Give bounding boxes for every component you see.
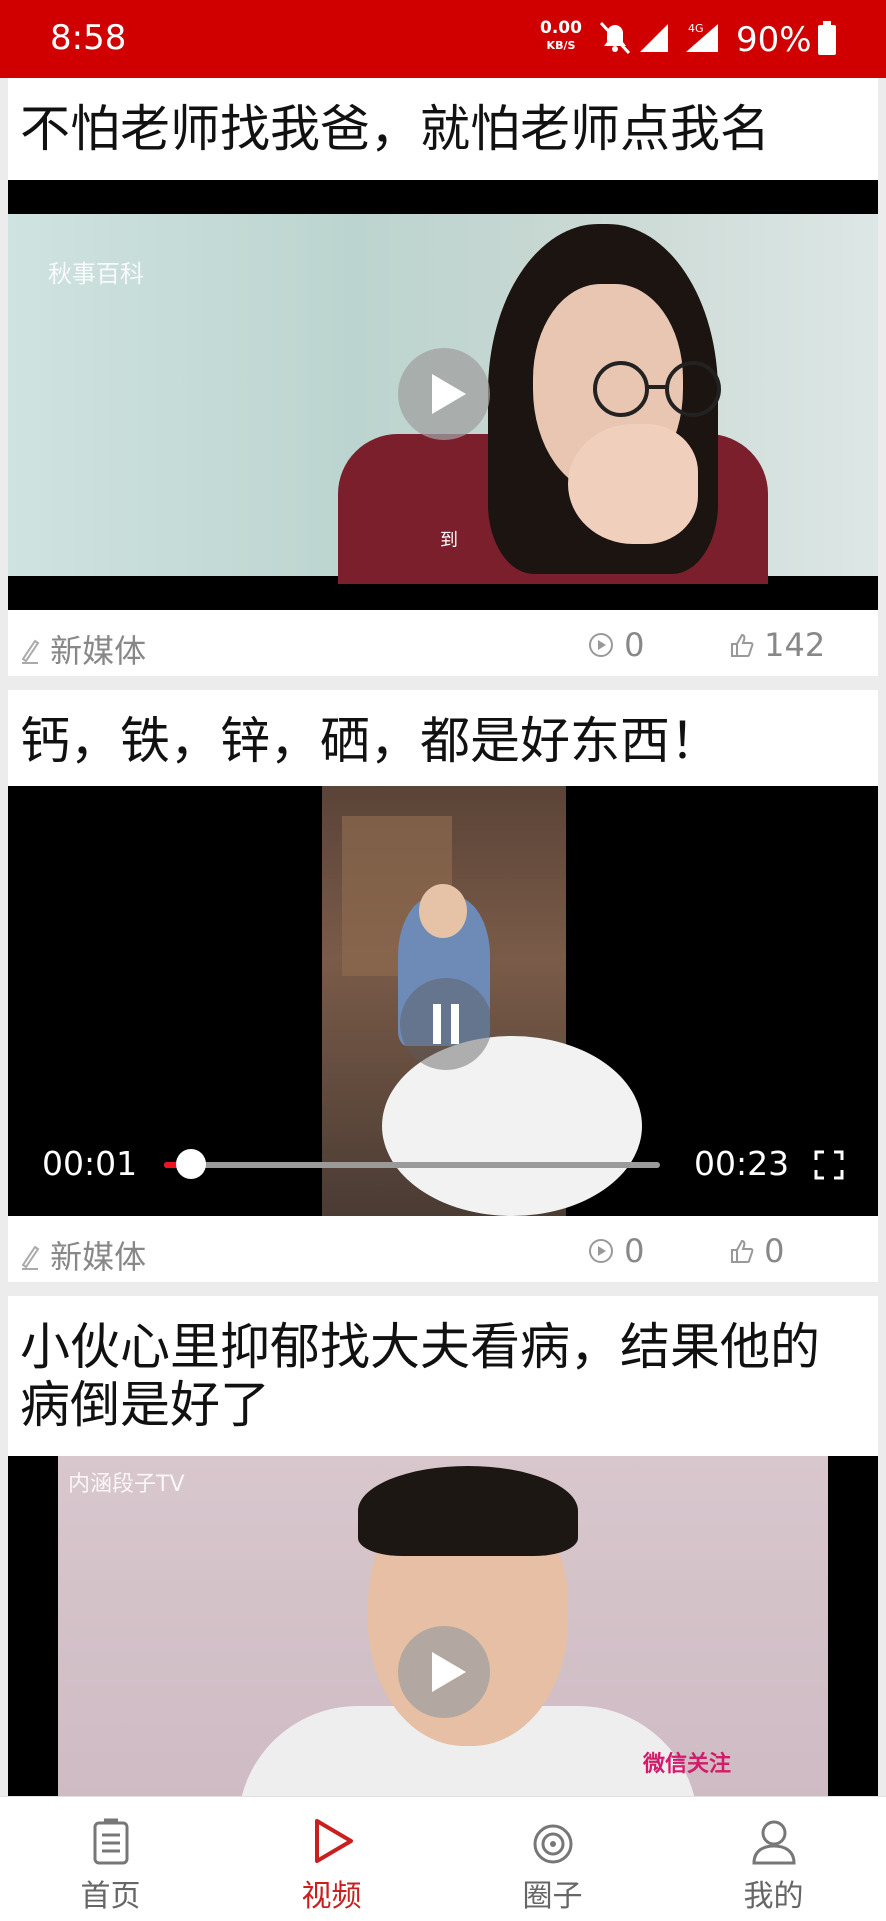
network-speed-unit: KB/S — [546, 39, 576, 52]
duration: 00:23 — [694, 1144, 790, 1183]
fullscreen-icon[interactable] — [814, 1150, 844, 1180]
like-count: 142 — [764, 626, 826, 664]
video-feed[interactable]: 不怕老师找我爸，就怕老师点我名 秋事百科 到 新媒体 0 142 钙，铁，锌，硒… — [0, 78, 886, 1796]
video-watermark: 内涵段子TV — [68, 1472, 185, 1497]
video-player[interactable]: 内涵段子TV 微信关注 — [8, 1456, 878, 1796]
video-card[interactable]: 不怕老师找我爸，就怕老师点我名 秋事百科 到 新媒体 0 142 — [8, 78, 878, 676]
seek-bar[interactable] — [164, 1162, 660, 1168]
tab-label: 首页 — [80, 1879, 141, 1914]
tab-home[interactable]: 首页 — [0, 1797, 221, 1921]
battery-icon — [818, 21, 836, 55]
seek-handle[interactable] — [176, 1149, 206, 1179]
signal-4g-icon: 4G — [686, 22, 718, 52]
thumbnail-shape — [358, 1466, 578, 1556]
tab-label: 视频 — [301, 1879, 362, 1914]
pause-button[interactable] — [400, 978, 492, 1070]
mute-bell-icon — [599, 21, 631, 55]
pen-icon — [21, 1245, 40, 1270]
video-play-icon — [315, 1819, 353, 1863]
like-count: 0 — [764, 1232, 785, 1270]
author: 新媒体 — [20, 626, 146, 672]
video-card[interactable]: 小伙心里抑郁找大夫看病，结果他的病倒是好了 内涵段子TV 微信关注 — [8, 1296, 878, 1796]
video-card[interactable]: 钙，铁，锌，硒，都是好东西！ 00:01 00:23 新媒体 0 0 — [8, 690, 878, 1282]
player-controls: 00:01 00:23 — [8, 1136, 878, 1216]
signal-icon — [640, 24, 668, 52]
like-button[interactable]: 0 — [730, 1232, 785, 1270]
tab-profile[interactable]: 我的 — [663, 1797, 884, 1921]
video-meta: 新媒体 0 142 — [8, 610, 878, 678]
frame-shape — [419, 884, 467, 938]
video-player[interactable]: 00:01 00:23 — [8, 786, 878, 1216]
current-time: 00:01 — [42, 1144, 138, 1183]
video-title[interactable]: 不怕老师找我爸，就怕老师点我名 — [8, 78, 878, 170]
network-speed-value: 0.00 — [540, 18, 582, 38]
pen-icon — [21, 639, 40, 664]
glasses-shape — [593, 361, 721, 417]
video-title[interactable]: 钙，铁，锌，硒，都是好东西！ — [8, 690, 878, 782]
status-bar: 8:58 0.00 KB/S 4G 90% — [0, 0, 886, 78]
author-name: 新媒体 — [50, 632, 147, 670]
like-button[interactable]: 142 — [730, 626, 825, 664]
play-button[interactable] — [398, 348, 490, 440]
author: 新媒体 — [20, 1232, 146, 1278]
video-subtitle: 到 — [440, 530, 458, 551]
view-count: 0 — [588, 626, 645, 664]
user-profile-icon — [752, 1820, 796, 1865]
play-count-icon — [589, 1239, 613, 1263]
thumbnail-shape — [568, 424, 698, 544]
tab-circle[interactable]: 圈子 — [442, 1797, 663, 1921]
video-title[interactable]: 小伙心里抑郁找大夫看病，结果他的病倒是好了 — [8, 1296, 878, 1446]
view-count: 0 — [588, 1232, 645, 1270]
circle-target-icon — [533, 1824, 573, 1864]
network-type: 4G — [688, 22, 704, 35]
status-time: 8:58 — [50, 18, 127, 58]
battery-percent: 90% — [736, 20, 812, 60]
status-icons: 4G — [599, 21, 718, 55]
view-count-value: 0 — [624, 1232, 645, 1270]
tab-video[interactable]: 视频 — [221, 1797, 442, 1921]
thumbs-up-icon — [731, 1239, 754, 1263]
video-overlay-text: 微信关注 — [643, 1752, 732, 1777]
play-count-icon — [589, 633, 613, 657]
network-speed: 0.00 KB/S — [540, 20, 582, 54]
bottom-tab-bar: 首页 视频 圈子 我的 — [0, 1796, 886, 1921]
home-doc-icon — [93, 1818, 129, 1865]
tab-label: 圈子 — [522, 1879, 583, 1914]
video-watermark: 秋事百科 — [48, 260, 144, 288]
tab-label: 我的 — [743, 1879, 804, 1914]
play-button[interactable] — [398, 1626, 490, 1718]
thumbs-up-icon — [731, 633, 754, 657]
video-player[interactable]: 秋事百科 到 — [8, 180, 878, 610]
view-count-value: 0 — [624, 626, 645, 664]
video-meta: 新媒体 0 0 — [8, 1216, 878, 1284]
author-name: 新媒体 — [50, 1238, 147, 1276]
